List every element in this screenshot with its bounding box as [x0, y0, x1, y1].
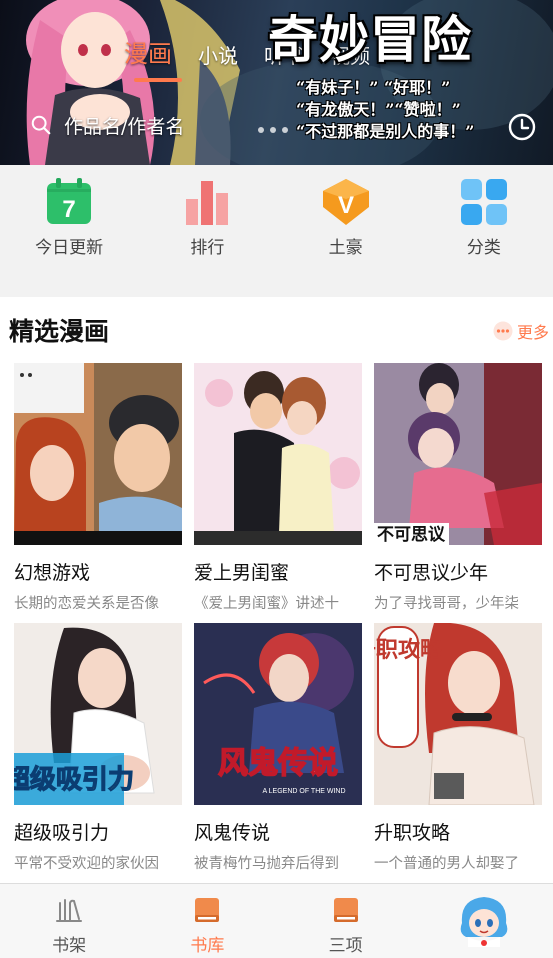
svg-text:A LEGEND OF THE WIND: A LEGEND OF THE WIND	[262, 788, 345, 795]
comic-description: 为了寻找哥哥，少年柒	[374, 596, 519, 612]
tab-novels[interactable]: 小说	[198, 44, 238, 68]
comic-card[interactable]: 爱上男闺蜜 《爱上男闺蜜》讲述十	[194, 363, 362, 613]
nav-label: 书架	[52, 936, 87, 956]
grid-icon	[460, 179, 507, 225]
more-dots-icon	[493, 321, 513, 341]
category-vip[interactable]: V 土豪	[277, 165, 415, 283]
comic-title: 爱上男闺蜜	[194, 562, 290, 584]
nav-bookshelf[interactable]: 书架	[0, 884, 138, 958]
bottom-nav: 书架 书库 三项	[0, 883, 553, 958]
comic-title: 风鬼传说	[194, 822, 271, 844]
nav-label: 三项	[328, 936, 363, 956]
svg-text:升职攻略: 升职攻略	[374, 637, 443, 663]
more-label: 更多	[517, 323, 550, 342]
active-tab-indicator	[134, 78, 182, 82]
comic-description: 一个普通的男人却娶了	[374, 856, 519, 872]
nav-profile[interactable]	[415, 884, 553, 958]
comic-cover: 升职攻略	[374, 623, 542, 805]
comic-card[interactable]: 升职攻略 升职攻略 一个普通的男人却娶了	[374, 623, 542, 873]
nav-library[interactable]: 书库	[138, 884, 276, 958]
category-label: 排行	[190, 238, 225, 258]
comic-title: 超级吸引力	[14, 822, 110, 844]
bookshelf-icon	[56, 899, 83, 922]
featured-section: 精选漫画 更多 幻想游戏 长期的恋爱关系是否像 爱上男闺蜜 《爱上男闺蜜》讲述十…	[0, 297, 553, 883]
comic-cover: 风鬼传说 A LEGEND OF THE WIND	[194, 623, 362, 805]
comic-cover	[194, 363, 362, 545]
book-icon	[195, 898, 220, 922]
category-label: 分类	[466, 238, 501, 258]
nav-tab-3[interactable]: 三项	[277, 884, 415, 958]
promo-line-3: “不过那都是别人的事！”	[296, 122, 475, 141]
category-today-updates[interactable]: 7 今日更新	[0, 165, 138, 283]
avatar	[460, 897, 508, 947]
comic-title: 升职攻略	[374, 822, 451, 844]
comic-cover	[14, 363, 182, 545]
comic-card[interactable]: 不可思议 不可思议少年 为了寻找哥哥，少年柒	[374, 363, 542, 613]
svg-text:7: 7	[62, 196, 75, 223]
comic-cover: 不可思议	[374, 363, 542, 545]
history-clock-icon[interactable]	[507, 112, 537, 142]
search-icon	[31, 115, 51, 135]
category-label: 今日更新	[35, 238, 104, 258]
comic-card[interactable]: 风鬼传说 A LEGEND OF THE WIND 风鬼传说 被青梅竹马抛弃后得…	[194, 623, 362, 873]
search-placeholder: 作品名/作者名	[64, 115, 185, 138]
carousel-dots	[258, 127, 288, 133]
comic-cover: 超级吸引力	[14, 623, 182, 805]
book-icon	[333, 898, 358, 922]
more-button[interactable]: 更多	[493, 319, 549, 343]
comic-card[interactable]: 超级吸引力 超级吸引力 平常不受欢迎的家伙因	[14, 623, 182, 873]
calendar-icon: 7	[47, 178, 92, 224]
comic-title: 幻想游戏	[14, 562, 91, 584]
tab-comics[interactable]: 漫画	[124, 40, 172, 68]
search-input[interactable]: 作品名/作者名	[22, 106, 292, 144]
comic-description: 《爱上男闺蜜》讲述十	[194, 596, 339, 612]
ranking-bars-icon	[186, 181, 229, 225]
comic-title: 不可思议少年	[374, 562, 489, 584]
category-label: 土豪	[328, 238, 363, 258]
svg-text:不可思议: 不可思议	[377, 525, 446, 545]
category-nav: 7 今日更新 排行 V 土豪 分类	[0, 165, 553, 283]
comic-description: 被青梅竹马抛弃后得到	[194, 856, 339, 872]
promo-banner[interactable]: 漫画 小说 听书 视频 作品名/作者名 奇妙冒险 “有妹子！” “好耶！” “有…	[0, 0, 553, 165]
promo-line-1: “有妹子！” “好耶！”	[296, 78, 451, 97]
category-ranking[interactable]: 排行	[138, 165, 276, 283]
svg-text:风鬼传说: 风鬼传说	[218, 746, 338, 781]
svg-text:V: V	[338, 192, 354, 219]
svg-text:超级吸引力: 超级吸引力	[14, 764, 134, 795]
vip-diamond-icon: V	[322, 179, 369, 225]
promo-line-2: “有龙傲天！”“赞啦！”	[296, 100, 461, 119]
nav-label: 书库	[190, 936, 225, 956]
promo-title: 奇妙冒险	[268, 10, 472, 69]
comic-card[interactable]: 幻想游戏 长期的恋爱关系是否像	[14, 363, 182, 613]
comic-description: 长期的恋爱关系是否像	[14, 596, 159, 612]
section-title: 精选漫画	[9, 317, 110, 346]
category-genres[interactable]: 分类	[415, 165, 553, 283]
comic-description: 平常不受欢迎的家伙因	[14, 856, 159, 872]
